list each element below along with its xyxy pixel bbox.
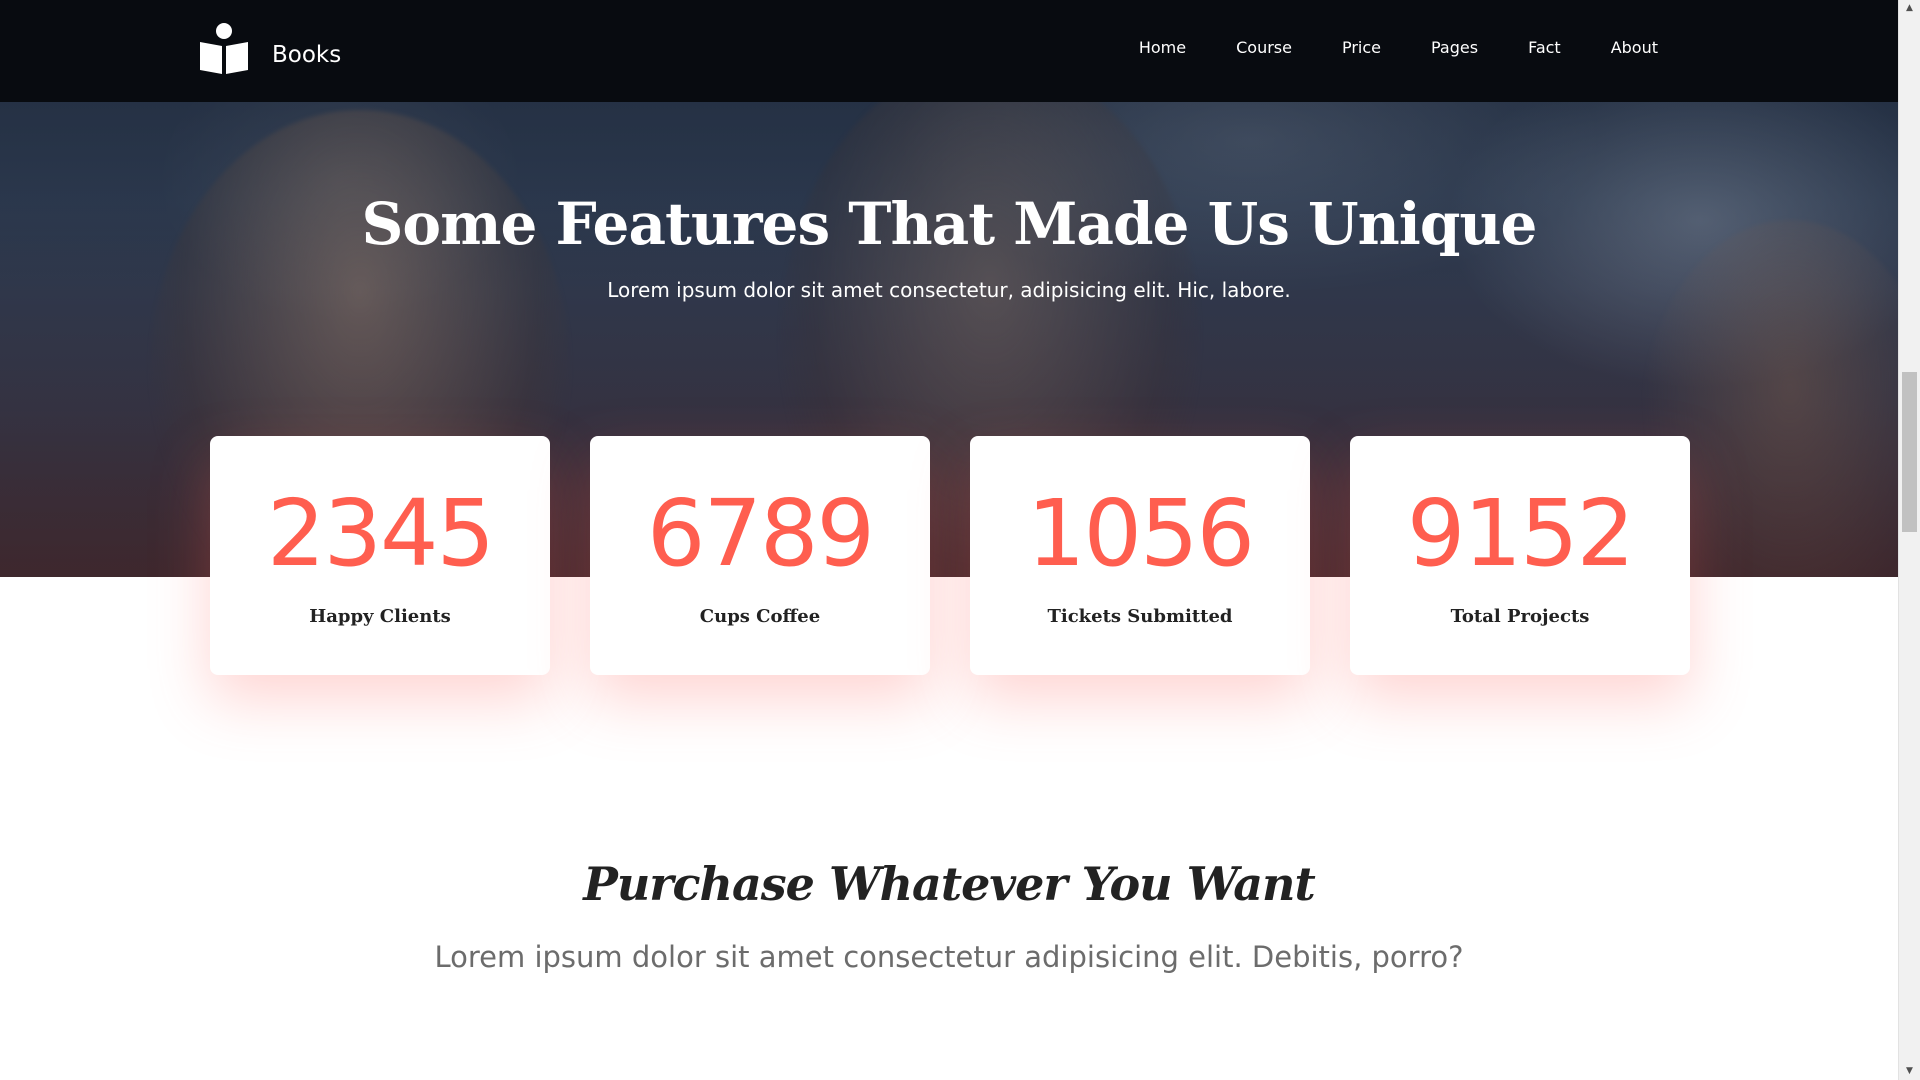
stat-card-total-projects: 9152 Total Projects	[1350, 436, 1690, 675]
scrollbar-thumb[interactable]	[1902, 372, 1917, 532]
nav-link-course[interactable]: Course	[1236, 38, 1292, 57]
stat-label: Cups Coffee	[699, 606, 821, 627]
navbar: Books Home Course Price Pages Fact About	[0, 0, 1898, 102]
nav-menu: Home Course Price Pages Fact About	[1139, 38, 1658, 57]
scroll-down-arrow-icon[interactable]: ▼	[1899, 1063, 1920, 1080]
hero-title: Some Features That Made Us Unique	[361, 190, 1538, 258]
stat-value: 2345	[266, 480, 495, 587]
brand-logo[interactable]: Books	[198, 22, 341, 76]
hero-subtitle: Lorem ipsum dolor sit amet consectetur, …	[607, 278, 1291, 302]
stat-value: 9152	[1406, 480, 1635, 587]
stat-label: Happy Clients	[309, 606, 451, 627]
scroll-up-arrow-icon[interactable]: ▲	[1899, 0, 1920, 17]
book-reader-icon	[198, 22, 250, 76]
nav-link-pages[interactable]: Pages	[1431, 38, 1478, 57]
nav-link-fact[interactable]: Fact	[1528, 38, 1561, 57]
nav-link-about[interactable]: About	[1611, 38, 1658, 57]
purchase-section-subtitle: Lorem ipsum dolor sit amet consectetur a…	[434, 940, 1464, 974]
stat-value: 1056	[1026, 480, 1255, 587]
stat-label: Total Projects	[1450, 606, 1590, 627]
stat-value: 6789	[646, 480, 875, 587]
stat-card-happy-clients: 2345 Happy Clients	[210, 436, 550, 675]
stat-label: Tickets Submitted	[1047, 606, 1233, 627]
vertical-scrollbar[interactable]: ▲ ▼	[1898, 0, 1920, 1080]
purchase-section-title: Purchase Whatever You Want	[583, 857, 1316, 911]
stats-row: 2345 Happy Clients 6789 Cups Coffee 1056…	[210, 436, 1690, 675]
stat-card-cups-coffee: 6789 Cups Coffee	[590, 436, 930, 675]
nav-link-home[interactable]: Home	[1139, 38, 1186, 57]
nav-link-price[interactable]: Price	[1342, 38, 1381, 57]
stat-card-tickets-submitted: 1056 Tickets Submitted	[970, 436, 1310, 675]
page: Books Home Course Price Pages Fact About…	[0, 0, 1898, 1080]
brand-name: Books	[272, 42, 342, 68]
